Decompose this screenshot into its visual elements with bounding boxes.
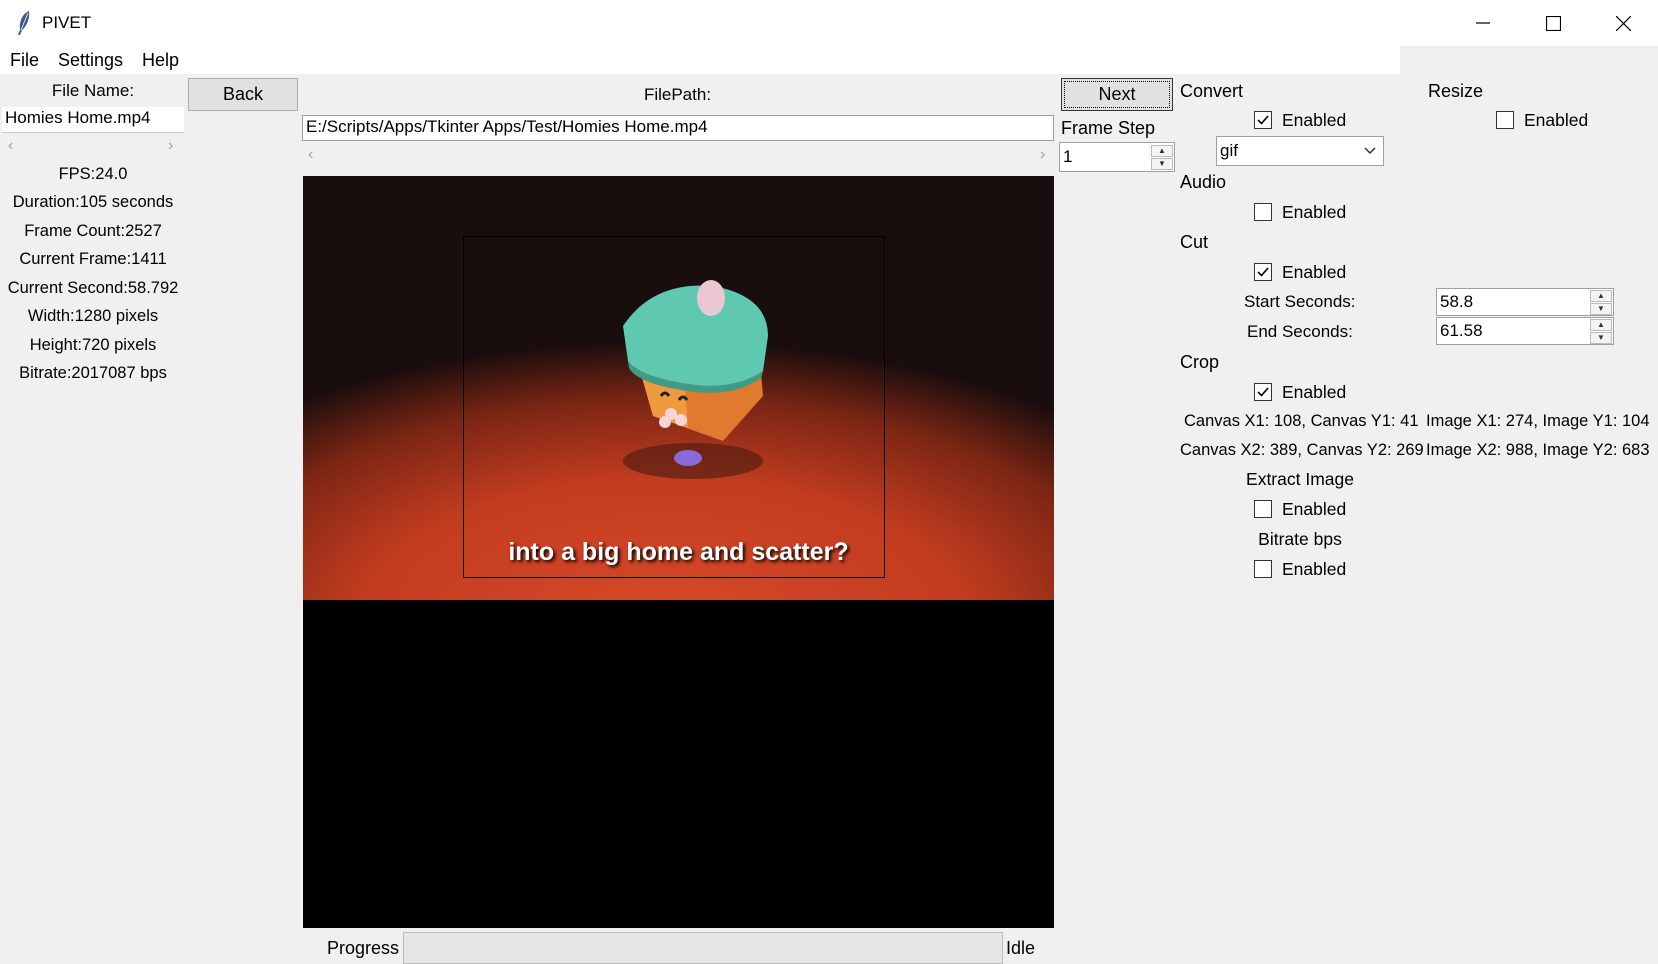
file-name-field[interactable]: Homies Home.mp4 (2, 107, 184, 133)
bitrate-enabled-checkbox[interactable] (1254, 560, 1272, 578)
file-name-label: File Name: (51, 81, 135, 100)
end-seconds-spinbox[interactable]: 61.58 ▲ ▼ (1436, 317, 1614, 345)
cut-section-label: Cut (1180, 232, 1209, 252)
bitrate-enabled-label: Enabled (1282, 559, 1347, 579)
format-select[interactable]: gif (1216, 136, 1384, 166)
current-frame-label: Current Frame:1411 (19, 250, 167, 268)
end-seconds-down-icon[interactable]: ▼ (1590, 332, 1612, 344)
audio-enabled-label: Enabled (1282, 202, 1347, 222)
crop-canvas-point1: Canvas X1: 108, Canvas Y1: 41 (1184, 412, 1419, 430)
next-button[interactable]: Next (1061, 78, 1173, 111)
frame-step-down-icon[interactable]: ▼ (1151, 158, 1173, 170)
filepath-field[interactable]: E:/Scripts/Apps/Tkinter Apps/Test/Homies… (302, 115, 1054, 141)
start-seconds-spinbox[interactable]: 58.8 ▲ ▼ (1436, 288, 1614, 316)
end-seconds-label: End Seconds: (1247, 322, 1353, 341)
extract-enabled-checkbox[interactable] (1254, 500, 1272, 518)
checkmark-icon (1257, 387, 1269, 397)
extract-image-section-label: Extract Image (1246, 469, 1354, 489)
status-label: Idle (1006, 938, 1036, 958)
format-value: gif (1220, 141, 1238, 160)
width-label: Width:1280 pixels (27, 307, 159, 325)
frame-step-label: Frame Step (1061, 118, 1156, 138)
current-second-label: Current Second:58.792 (7, 279, 179, 297)
crop-section-label: Crop (1180, 352, 1220, 372)
extract-enabled-label: Enabled (1282, 499, 1347, 519)
filepath-label: FilePath: (643, 85, 712, 104)
checkmark-icon (1257, 267, 1269, 277)
duration-label: Duration:105 seconds (12, 193, 174, 211)
frame-count-label: Frame Count:2527 (24, 222, 162, 240)
resize-enabled-label: Enabled (1524, 110, 1589, 130)
crop-image-point1: Image X1: 274, Image Y1: 104 (1426, 412, 1650, 430)
menu-file[interactable]: File (10, 50, 39, 71)
scroll-left-icon[interactable]: ‹ (8, 137, 13, 155)
convert-section-label: Convert (1180, 81, 1244, 101)
bitrate-section-label: Bitrate bps (1258, 529, 1342, 549)
window-title: PIVET (42, 13, 92, 32)
menu-bar (0, 46, 1400, 74)
start-seconds-down-icon[interactable]: ▼ (1590, 303, 1612, 315)
audio-section-label: Audio (1180, 172, 1227, 192)
frame-step-spinbox[interactable]: 1 ▲ ▼ (1059, 142, 1175, 172)
filepath-scroll-left-icon[interactable]: ‹ (308, 146, 313, 164)
chevron-down-icon (1363, 137, 1377, 165)
frame-step-value: 1 (1063, 147, 1073, 166)
convert-enabled-label: Enabled (1282, 110, 1347, 130)
title-bar (0, 0, 1658, 46)
height-label: Height:720 pixels (29, 336, 157, 354)
menu-help[interactable]: Help (142, 50, 179, 71)
crop-rectangle[interactable] (463, 236, 885, 578)
scroll-right-icon[interactable]: › (168, 137, 173, 155)
end-seconds-value: 61.58 (1440, 321, 1483, 340)
checkmark-icon (1257, 115, 1269, 125)
crop-canvas-point2: Canvas X2: 389, Canvas Y2: 269 (1180, 441, 1424, 459)
minimize-button[interactable] (1448, 0, 1518, 46)
feather-icon (16, 10, 32, 36)
video-canvas[interactable]: into a big home and scatter? (303, 176, 1054, 928)
audio-enabled-checkbox[interactable] (1254, 203, 1272, 221)
back-button[interactable]: Back (188, 78, 298, 111)
crop-enabled-label: Enabled (1282, 382, 1347, 402)
cut-enabled-checkbox[interactable] (1254, 263, 1272, 281)
start-seconds-value: 58.8 (1440, 292, 1474, 311)
progress-label: Progress (327, 938, 400, 958)
fps-label: FPS:24.0 (58, 165, 128, 183)
close-button[interactable] (1588, 0, 1658, 46)
filepath-scroll-right-icon[interactable]: › (1040, 146, 1045, 164)
resize-section-label: Resize (1428, 81, 1484, 101)
cut-enabled-label: Enabled (1282, 262, 1347, 282)
convert-enabled-checkbox[interactable] (1254, 111, 1272, 129)
resize-enabled-checkbox[interactable] (1496, 111, 1514, 129)
maximize-button[interactable] (1518, 0, 1588, 46)
bitrate-label: Bitrate:2017087 bps (19, 364, 167, 382)
crop-image-point2: Image X2: 988, Image Y2: 683 (1426, 441, 1650, 459)
start-seconds-label: Start Seconds: (1244, 292, 1356, 311)
crop-enabled-checkbox[interactable] (1254, 383, 1272, 401)
menu-settings[interactable]: Settings (58, 50, 123, 71)
progress-bar (403, 932, 1003, 964)
